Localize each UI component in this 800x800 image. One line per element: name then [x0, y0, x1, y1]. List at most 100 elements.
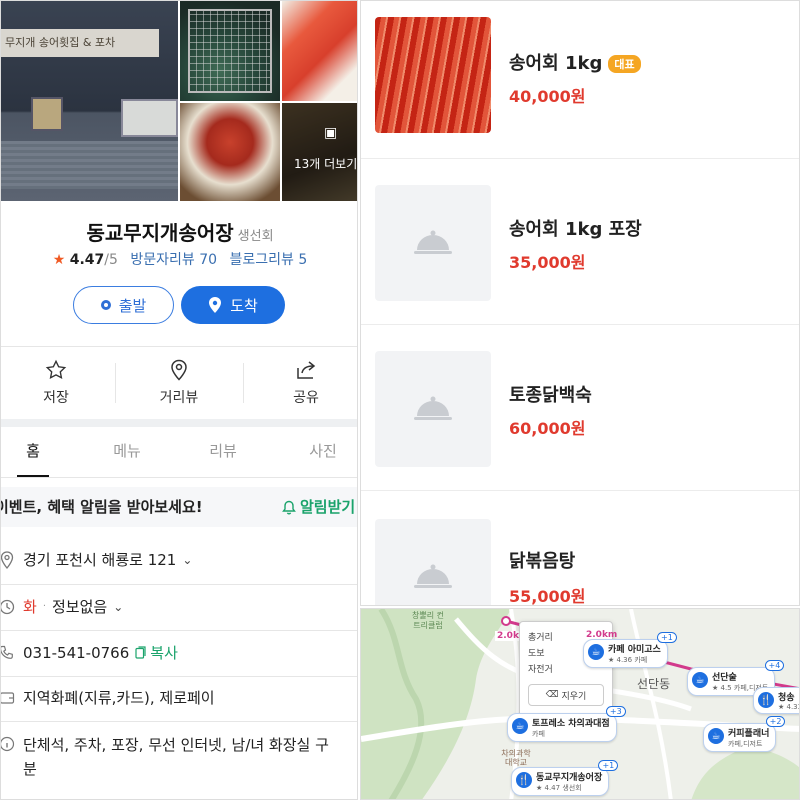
map-poi-marker[interactable]: ☕ 토프레소 차의과대점 카페 +3	[507, 706, 626, 742]
poi-plus-badge: +4	[764, 660, 785, 671]
sashimi-photo	[375, 17, 491, 133]
poi-name: 선단술	[712, 673, 737, 683]
copy-icon	[135, 646, 146, 659]
divider	[1, 584, 357, 585]
photo-hotpot[interactable]	[180, 103, 280, 201]
photo-more-overlay	[282, 103, 357, 201]
menu-price: 35,000원	[509, 253, 586, 272]
poi-type: 카페,디저트	[728, 740, 763, 748]
depart-button[interactable]: 출발	[73, 286, 174, 324]
cafe-icon: ☕	[706, 726, 726, 746]
arrive-label: 도착	[230, 296, 258, 315]
chevron-down-icon: ⌄	[182, 552, 193, 567]
map-poi-marker[interactable]: ☕ 커피플래너 카페,디저트 +2	[703, 716, 786, 752]
blog-reviews-link[interactable]: 블로그리뷰 5	[230, 252, 308, 268]
subscribe-alert-button[interactable]: 알림받기	[282, 487, 355, 527]
clock-icon	[1, 599, 17, 615]
menu-photo-placeholder	[375, 519, 491, 605]
place-pin-icon: 🍴	[514, 770, 534, 790]
menu-item[interactable]: 토종닭백숙 60,000원	[361, 325, 799, 491]
divider	[1, 630, 357, 631]
tab-reviews[interactable]: 리뷰	[201, 427, 245, 477]
cafe-icon: ☕	[510, 716, 530, 736]
visitor-reviews-link[interactable]: 방문자리뷰 70	[130, 252, 217, 268]
photo-grid[interactable]: 무지개 송어횟집 & 포차 ▣ 13개 더보기	[1, 1, 357, 201]
place-title: 동교무지개송어장 생선회	[1, 217, 357, 246]
poi-plus-badge: +1	[657, 632, 677, 643]
poi-rating: ★ 4.36	[608, 656, 633, 664]
poi-type: 생선회	[562, 784, 582, 792]
tab-home[interactable]: 홈	[17, 427, 49, 477]
phone-number[interactable]: 031-541-0766	[23, 644, 129, 662]
eraser-icon: ⌫	[545, 690, 559, 700]
cafe-icon: ☕	[690, 670, 710, 690]
share-button[interactable]: 공유	[251, 347, 357, 419]
poi-name: 토프레소 차의과대점	[532, 719, 610, 729]
star-outline-icon	[45, 359, 67, 380]
map-poi-marker[interactable]: ☕ 카페 아미고스 ★ 4.36 카페 +1	[583, 632, 677, 668]
menu-item[interactable]: 닭볶음탕 55,000원	[361, 491, 799, 606]
erase-route-button[interactable]: ⌫ 지우기	[528, 684, 604, 706]
dish-cover-icon	[414, 230, 452, 254]
facilities-line: 분	[23, 760, 37, 778]
arrive-button[interactable]: 도착	[181, 286, 285, 324]
photo-sashimi[interactable]	[282, 1, 357, 101]
divider	[1, 477, 357, 478]
place-tabs: 홈 메뉴 리뷰 사진	[1, 427, 357, 477]
hours-row[interactable]: 화 · 정보없음 ⌄	[1, 596, 357, 617]
map-poi-marker-current[interactable]: 🍴 동교무지개송어장 ★ 4.47 생선회 +1	[511, 760, 619, 796]
location-icon	[1, 550, 17, 569]
menu-photo-placeholder	[375, 185, 491, 301]
menu-item[interactable]: 송어회 1kg 포장 35,000원	[361, 159, 799, 325]
street-view-button[interactable]: 거리뷰	[124, 347, 234, 419]
location-outline-icon	[171, 359, 187, 381]
photo-storefront[interactable]: 무지개 송어횟집 & 포차	[1, 1, 178, 201]
menu-price: 55,000원	[509, 587, 586, 606]
photo-more[interactable]: ▣ 13개 더보기	[282, 103, 357, 201]
photo-fish-net[interactable]	[180, 1, 280, 101]
save-label: 저장	[43, 390, 69, 406]
signature-badge: 대표	[608, 55, 641, 73]
map-poi-marker[interactable]: 🍴 청송 ★ 4.33	[753, 687, 799, 714]
copy-button[interactable]: 복사	[135, 642, 178, 663]
poi-plus-badge: +2	[765, 716, 786, 727]
bell-icon	[282, 500, 296, 515]
poi-type: 카페	[634, 656, 648, 664]
save-button[interactable]: 저장	[1, 347, 111, 419]
depart-label: 출발	[118, 296, 147, 315]
route-bike-label[interactable]: 자전거	[528, 662, 553, 675]
menu-item[interactable]: 송어회 1kg 대표 40,000원	[361, 1, 799, 159]
poi-name: 커피플래너	[728, 729, 770, 739]
poi-plus-badge: +3	[605, 706, 626, 717]
notification-banner: 이벤트, 혜택 알림을 받아보세요! 알림받기	[0, 487, 357, 527]
star-icon: ★	[52, 252, 66, 268]
poi-type: 카페	[532, 730, 545, 738]
dish-cover-icon	[414, 396, 452, 420]
rating-max: /5	[104, 252, 118, 268]
notification-text: 이벤트, 혜택 알림을 받아보세요!	[0, 498, 203, 516]
poi-plus-badge: +1	[598, 760, 619, 771]
street-view-label: 거리뷰	[159, 390, 199, 406]
poi-rating: ★ 4.47	[536, 784, 561, 792]
facilities-row: 단체석, 주차, 포장, 무선 인터넷, 남/녀 화장실 구 분	[1, 733, 357, 781]
menu-price: 60,000원	[509, 419, 586, 438]
route-total-label: 총거리	[528, 633, 553, 643]
address-row[interactable]: 경기 포천시 해룡로 121 ⌄	[1, 549, 357, 570]
restaurant-icon: 🍴	[756, 690, 776, 710]
tab-photos[interactable]: 사진	[301, 427, 345, 477]
place-name: 동교무지개송어장	[86, 221, 234, 245]
route-walk-label[interactable]: 도보	[528, 646, 545, 659]
gallery-icon: ▣	[324, 125, 338, 141]
divider	[1, 721, 357, 722]
storefront-sign: 무지개 송어횟집 & 포차	[1, 29, 159, 57]
menu-name: 송어회 1kg 대표	[509, 49, 641, 75]
tab-menu[interactable]: 메뉴	[105, 427, 149, 477]
map-view[interactable]: 창뿔리 컨트리클럽 선단동 차의과학대학교 2.0km 총거리 2.0km 도보…	[360, 608, 800, 800]
origin-icon	[100, 300, 111, 310]
place-panel: 무지개 송어횟집 & 포차 ▣ 13개 더보기 동교무지개송어장 생선회 ★ 4.…	[0, 0, 358, 800]
divider	[1, 676, 357, 677]
map-area-label-district: 선단동	[637, 677, 671, 691]
phone-row: 031-541-0766 복사	[1, 642, 357, 663]
action-separator	[243, 363, 244, 403]
storefront-window	[121, 99, 178, 137]
